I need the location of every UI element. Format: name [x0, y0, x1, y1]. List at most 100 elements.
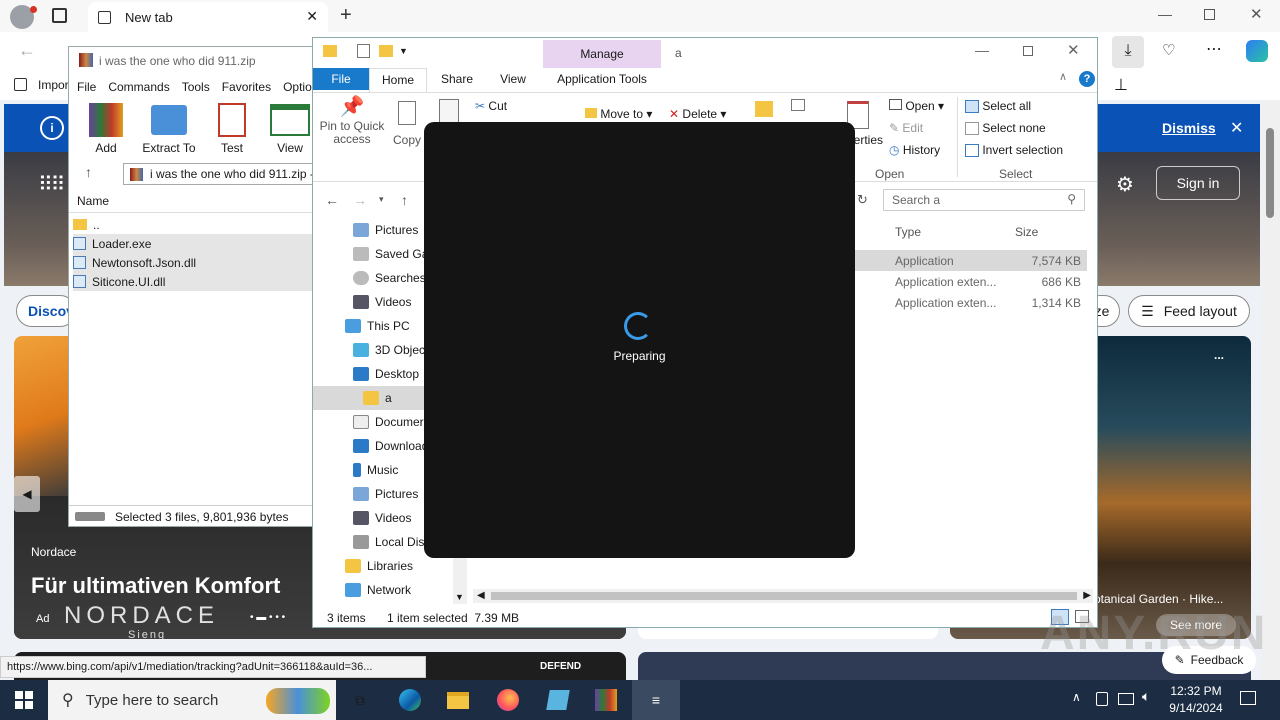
- taskbar-app[interactable]: [534, 680, 582, 720]
- tray-chevron-icon[interactable]: ∧: [1072, 690, 1081, 704]
- scrollbar-thumb[interactable]: [1266, 128, 1274, 218]
- invert-selection-button[interactable]: Invert selection: [965, 143, 1063, 158]
- menu-commands[interactable]: Commands: [108, 80, 169, 94]
- select-all-button[interactable]: Select all: [965, 99, 1031, 114]
- menu-favorites[interactable]: Favorites: [222, 80, 271, 94]
- bookmark-import[interactable]: Impor: [38, 78, 69, 92]
- hscroll-thumb[interactable]: [491, 592, 1077, 600]
- list-item[interactable]: Newtonsoft.Json.dll: [73, 253, 317, 272]
- tab-new-tab[interactable]: New tab ✕: [88, 2, 328, 32]
- taskbar-active-app[interactable]: ≡: [632, 680, 680, 720]
- ribbon-tab-home[interactable]: Home: [369, 68, 427, 92]
- quick-newfolder-icon[interactable]: [379, 45, 393, 57]
- sign-in-button[interactable]: Sign in: [1156, 166, 1240, 200]
- restore-button[interactable]: [1204, 9, 1215, 20]
- table-row[interactable]: Application 7,574 KB: [855, 250, 1087, 271]
- ribbon-tab-view[interactable]: View: [495, 68, 531, 90]
- more-icon[interactable]: ⋯: [1206, 39, 1222, 59]
- horizontal-scrollbar[interactable]: ◀ ▶: [473, 589, 1093, 603]
- banner-close-icon[interactable]: ✕: [1230, 118, 1243, 138]
- ribbon-tab-app-tools[interactable]: Application Tools: [543, 68, 661, 90]
- nav-forward-icon[interactable]: →: [353, 192, 367, 208]
- manage-context-tab[interactable]: Manage: [543, 40, 661, 68]
- copy-button[interactable]: Copy: [391, 101, 423, 147]
- discover-button[interactable]: Discov: [16, 295, 76, 327]
- scrollbar[interactable]: [1262, 100, 1280, 680]
- explorer-minimize-button[interactable]: —: [975, 42, 989, 58]
- ribbon-tab-share[interactable]: Share: [439, 68, 475, 90]
- list-item[interactable]: Siticone.UI.dll: [73, 272, 317, 291]
- quick-dropdown-icon[interactable]: ▼: [399, 46, 408, 56]
- explorer-close-button[interactable]: ✕: [1067, 41, 1080, 59]
- column-type[interactable]: Type: [895, 225, 921, 239]
- history-button[interactable]: ◷ History: [889, 143, 940, 157]
- nav-item[interactable]: Network: [313, 578, 467, 602]
- view-button[interactable]: View: [265, 103, 315, 155]
- explorer-maximize-button[interactable]: [1023, 46, 1033, 56]
- search-box[interactable]: Search a ⚲: [883, 189, 1085, 211]
- menu-options[interactable]: Optio: [283, 80, 312, 94]
- open-button[interactable]: Open ▾: [889, 99, 944, 113]
- new-tab-button[interactable]: +: [340, 4, 352, 27]
- winrar-path[interactable]: i was the one who did 911.zip -: [123, 163, 317, 185]
- nav-recent-icon[interactable]: ▾: [379, 194, 384, 205]
- extract-to-button[interactable]: Extract To: [139, 103, 199, 155]
- ribbon-collapse-icon[interactable]: ∧: [1059, 70, 1067, 83]
- select-none-button[interactable]: Select none: [965, 121, 1046, 136]
- task-view-button[interactable]: ⧉: [336, 680, 384, 720]
- back-icon[interactable]: ←: [18, 40, 36, 61]
- column-size[interactable]: Size: [1015, 225, 1038, 239]
- pin-icon[interactable]: ⊥: [1114, 75, 1128, 95]
- tray-network-icon[interactable]: [1118, 693, 1134, 705]
- downloads-icon[interactable]: ⤓: [1112, 36, 1144, 68]
- column-name[interactable]: Name: [69, 189, 317, 213]
- close-button[interactable]: ✕: [1250, 5, 1263, 23]
- settings-gear-icon[interactable]: ⚙: [1116, 172, 1134, 197]
- nav-up-icon[interactable]: ↑: [401, 192, 408, 208]
- new-item-icon[interactable]: [791, 99, 805, 111]
- notifications-icon[interactable]: [1240, 691, 1256, 705]
- carousel-prev-button[interactable]: ◀: [14, 476, 40, 512]
- cut-button[interactable]: ✂ Cut: [475, 99, 507, 113]
- menu-tools[interactable]: Tools: [182, 80, 210, 94]
- list-item[interactable]: Loader.exe: [73, 234, 317, 253]
- clock[interactable]: 12:32 PM 9/14/2024: [1160, 683, 1232, 717]
- pin-quick-access-button[interactable]: 📌 Pin to Quick access: [319, 97, 385, 146]
- table-row[interactable]: Application exten... 1,314 KB: [855, 292, 1087, 313]
- taskbar-winrar[interactable]: [582, 680, 630, 720]
- feed-layout-button[interactable]: ☰ Feed layout: [1128, 295, 1250, 327]
- list-item[interactable]: ..: [73, 215, 317, 234]
- edit-button[interactable]: ✎ Edit: [889, 121, 923, 135]
- test-button[interactable]: Test: [207, 103, 257, 155]
- ad-title[interactable]: Für ultimativen Komfort: [31, 573, 280, 599]
- new-folder-icon[interactable]: [755, 101, 773, 117]
- ribbon-tab-file[interactable]: File: [313, 68, 369, 90]
- scroll-left-icon[interactable]: ◀: [477, 590, 485, 601]
- menu-file[interactable]: File: [77, 80, 96, 94]
- move-to-button[interactable]: Move to ▾: [585, 107, 652, 121]
- tab-close-icon[interactable]: ✕: [306, 8, 318, 25]
- card-more-icon[interactable]: ...: [1214, 348, 1224, 362]
- add-button[interactable]: Add: [81, 103, 131, 155]
- copilot-icon[interactable]: [1246, 40, 1268, 62]
- nav-back-icon[interactable]: ←: [325, 192, 339, 208]
- workspaces-icon[interactable]: [52, 8, 67, 23]
- table-row[interactable]: Application exten... 686 KB: [855, 271, 1087, 292]
- dismiss-link[interactable]: Dismiss: [1162, 120, 1216, 136]
- tray-volume-icon[interactable]: 🔈︎: [1142, 688, 1150, 705]
- refresh-icon[interactable]: ↻: [857, 192, 868, 208]
- scroll-right-icon[interactable]: ▶: [1083, 590, 1091, 601]
- taskbar-explorer[interactable]: [434, 680, 482, 720]
- delete-button[interactable]: ✕ Delete ▾: [669, 107, 726, 121]
- help-icon[interactable]: ?: [1079, 71, 1095, 87]
- extensions-icon[interactable]: ♡: [1162, 41, 1175, 59]
- tray-device-icon[interactable]: [1096, 692, 1108, 706]
- taskbar-firefox[interactable]: [484, 680, 532, 720]
- taskbar-search[interactable]: ⚲ Type here to search: [48, 680, 336, 720]
- start-button[interactable]: [0, 680, 48, 720]
- winrar-up-icon[interactable]: ↑: [85, 164, 92, 180]
- nav-scroll-down-icon[interactable]: ▼: [455, 592, 464, 602]
- apps-grid-icon[interactable]: ⠿⠿: [38, 172, 65, 197]
- taskbar-edge[interactable]: [386, 680, 434, 720]
- minimize-button[interactable]: —: [1158, 6, 1172, 22]
